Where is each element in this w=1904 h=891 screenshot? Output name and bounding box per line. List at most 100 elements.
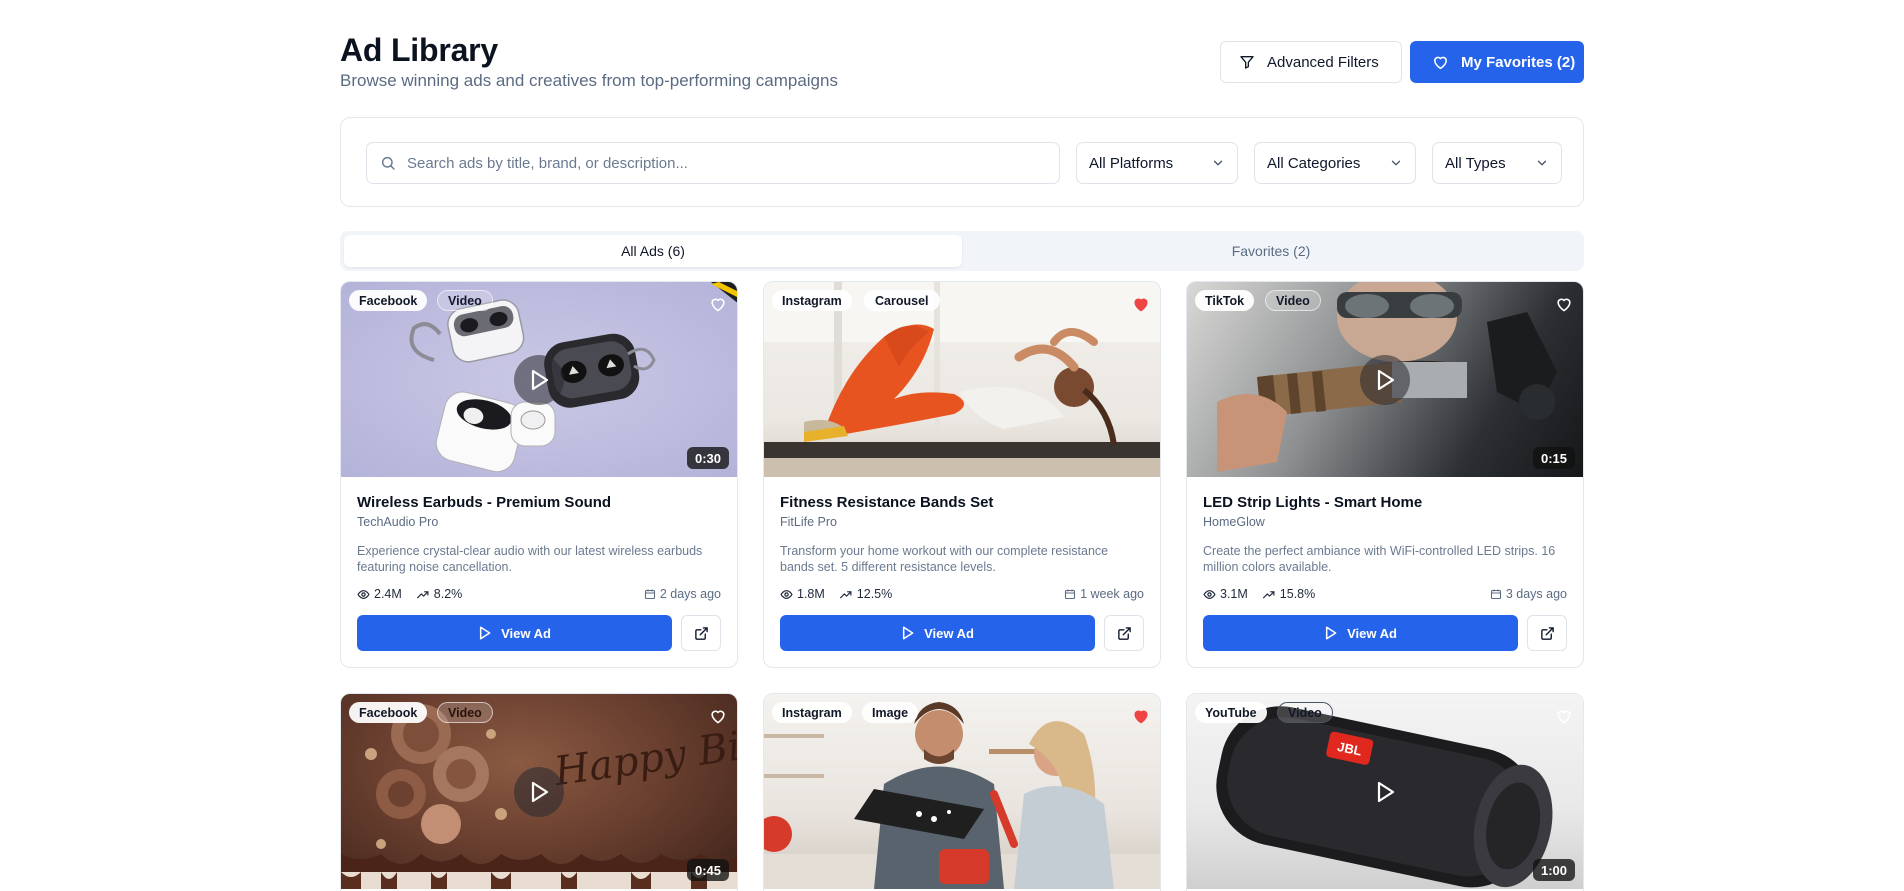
chevron-down-icon <box>1537 160 1547 166</box>
ad-thumbnail[interactable]: JBL YouTube Video 1:00 <box>1187 694 1583 889</box>
tab-bar: All Ads (6) Favorites (2) <box>340 231 1584 271</box>
play-button[interactable] <box>1360 354 1410 405</box>
ad-thumbnail[interactable]: Instagram Image <box>764 694 1160 889</box>
page-header: Ad Library Browse winning ads and creati… <box>340 30 1584 92</box>
favorite-heart-icon[interactable] <box>709 708 727 724</box>
trending-up-icon <box>1262 590 1275 598</box>
platform-badge: TikTok <box>1195 290 1255 311</box>
views-count: 2.4M <box>374 587 402 601</box>
trending-up-icon <box>839 590 852 598</box>
category-select-value: All Categories <box>1267 154 1361 172</box>
search-input[interactable]: Search ads by title, brand, or descripti… <box>366 142 1060 184</box>
duration-badge: 1:00 <box>1532 859 1575 881</box>
platform-badge: YouTube <box>1195 702 1267 723</box>
fitness-image <box>764 282 1160 477</box>
ad-card: JBL YouTube Video 1:00 <box>1186 693 1584 891</box>
ad-card: TikTok Video 0:15 LED Strip Lights - Sma… <box>1186 281 1584 668</box>
kitchen-image <box>764 702 1160 889</box>
view-ad-button[interactable]: View Ad <box>1203 615 1518 651</box>
ctr-value: 8.2% <box>433 587 463 601</box>
ad-thumbnail[interactable]: Happy Birthday Facebook Video 0:45 <box>341 694 737 889</box>
ad-thumbnail[interactable]: Instagram Carousel <box>764 282 1160 477</box>
play-icon <box>902 626 914 640</box>
ad-description: Create the perfect ambiance with WiFi-co… <box>1203 544 1556 574</box>
type-select-value: All Types <box>1445 154 1506 172</box>
my-favorites-label: My Favorites (2) <box>1461 53 1576 71</box>
external-link-icon <box>1117 626 1131 640</box>
view-ad-button[interactable]: View Ad <box>780 615 1095 651</box>
type-badge: Carousel <box>864 290 940 311</box>
ad-date: 1 week ago <box>1080 587 1144 601</box>
ad-card: Instagram Carousel Fitness Resistance Ba… <box>763 281 1161 668</box>
eye-icon <box>780 589 793 599</box>
chevron-down-icon <box>1391 160 1401 166</box>
favorite-heart-icon[interactable] <box>709 296 727 312</box>
play-icon <box>1377 781 1395 802</box>
ad-description: Transform your home workout with our com… <box>780 544 1109 574</box>
favorite-heart-icon[interactable] <box>1132 296 1150 312</box>
type-badge: Image <box>862 702 919 723</box>
ctr-value: 15.8% <box>1279 587 1316 601</box>
tab-all-ads[interactable]: All Ads (6) <box>344 235 962 267</box>
view-ad-label: View Ad <box>1347 625 1397 641</box>
play-icon <box>1325 626 1337 640</box>
ad-library-page: Ad Library Browse winning ads and creati… <box>0 0 1904 891</box>
favorite-heart-icon[interactable] <box>1555 296 1573 312</box>
open-external-button[interactable] <box>1104 615 1144 651</box>
favorite-heart-icon[interactable] <box>1555 708 1573 724</box>
ad-card: Happy Birthday Facebook Video 0:45 <box>340 693 738 891</box>
platform-select[interactable]: All Platforms <box>1076 142 1238 184</box>
platform-badge: Facebook <box>349 702 428 723</box>
play-icon <box>479 626 491 640</box>
play-icon <box>531 369 549 390</box>
advanced-filters-button[interactable]: Advanced Filters <box>1220 41 1402 83</box>
ad-thumbnail[interactable]: Facebook Video 0:30 <box>341 282 737 477</box>
play-button[interactable] <box>1360 766 1410 817</box>
tab-favorites[interactable]: Favorites (2) <box>962 235 1580 267</box>
type-badge: Video <box>1265 290 1321 311</box>
ad-brand: FitLife Pro <box>780 515 837 529</box>
ad-date: 2 days ago <box>659 587 721 601</box>
open-external-button[interactable] <box>681 615 721 651</box>
page-title: Ad Library <box>340 32 499 68</box>
advanced-filters-label: Advanced Filters <box>1267 53 1379 71</box>
type-badge: Video <box>1277 702 1333 723</box>
platform-select-value: All Platforms <box>1089 154 1174 172</box>
ad-brand: HomeGlow <box>1203 515 1265 529</box>
platform-badge: Instagram <box>772 290 852 311</box>
eye-icon <box>1203 589 1216 599</box>
play-button[interactable] <box>514 766 564 817</box>
play-button[interactable] <box>514 354 564 405</box>
favorite-heart-icon[interactable] <box>1132 708 1150 724</box>
view-ad-button[interactable]: View Ad <box>357 615 672 651</box>
page-subtitle: Browse winning ads and creatives from to… <box>340 71 838 90</box>
calendar-icon <box>644 589 655 600</box>
external-link-icon <box>694 626 708 640</box>
calendar-icon <box>1490 589 1501 600</box>
views-count: 3.1M <box>1220 587 1248 601</box>
open-external-button[interactable] <box>1527 615 1567 651</box>
search-icon <box>381 156 395 170</box>
category-select[interactable]: All Categories <box>1254 142 1416 184</box>
ad-brand: TechAudio Pro <box>357 515 439 529</box>
duration-badge: 0:45 <box>686 859 729 881</box>
my-favorites-button[interactable]: My Favorites (2) <box>1410 41 1584 83</box>
eye-icon <box>357 589 370 599</box>
ad-thumbnail[interactable]: TikTok Video 0:15 <box>1187 282 1583 477</box>
view-ad-label: View Ad <box>501 625 551 641</box>
ad-card: Facebook Video 0:30 Wireless Earbuds - P… <box>340 281 738 668</box>
external-link-icon <box>1540 626 1554 640</box>
ad-card: Instagram Image <box>763 693 1161 891</box>
type-badge: Video <box>437 290 493 311</box>
duration-badge: 0:30 <box>686 447 729 469</box>
heart-icon <box>1434 56 1447 70</box>
ad-title: Wireless Earbuds - Premium Sound <box>357 494 612 511</box>
view-ad-label: View Ad <box>924 625 974 641</box>
chevron-down-icon <box>1213 160 1223 166</box>
trending-up-icon <box>416 590 429 598</box>
platform-badge: Facebook <box>349 290 428 311</box>
platform-badge: Instagram <box>772 702 852 723</box>
calendar-icon <box>1065 589 1076 600</box>
type-select[interactable]: All Types <box>1432 142 1562 184</box>
views-count: 1.8M <box>797 587 825 601</box>
